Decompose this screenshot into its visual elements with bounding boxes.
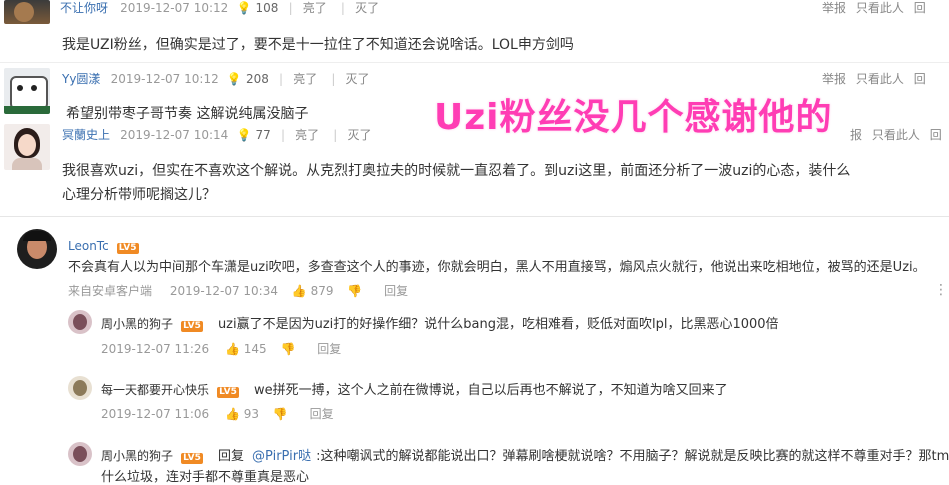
avatar[interactable]	[4, 68, 50, 114]
timestamp: 2019-12-07 10:12	[110, 72, 219, 86]
timestamp: 2019-12-07 11:06	[101, 407, 210, 421]
bright-button[interactable]: 亮了	[293, 72, 317, 86]
reply-button[interactable]: 回复	[384, 284, 408, 298]
username[interactable]: 冥蘭史上	[62, 128, 110, 142]
comment-header: LeonTc LV5	[68, 235, 139, 254]
report-button[interactable]: 举报	[822, 72, 846, 86]
thumbs-down-icon[interactable]: 👎	[280, 342, 295, 356]
reply-button[interactable]: 回复	[317, 342, 341, 356]
thumbs-up-icon[interactable]: 👍	[225, 342, 240, 356]
block-button[interactable]: 只看此人	[872, 128, 920, 142]
comment-footer: 来自安卓客户端 2019-12-07 10:34 👍 879 👎 回复	[68, 282, 408, 299]
thumbs-down-icon[interactable]: 👎	[347, 284, 362, 298]
divider	[0, 216, 949, 217]
username[interactable]: 不让你呀	[60, 1, 108, 15]
username[interactable]: LeonTc	[68, 239, 109, 253]
dislike-button[interactable]: 灭了	[355, 1, 379, 15]
avatar[interactable]	[4, 0, 50, 24]
avatar[interactable]	[68, 442, 92, 466]
comment-actions: 举报 只看此人 回	[822, 0, 926, 16]
reply-button[interactable]: 回	[914, 1, 926, 15]
reply-footer: 2019-12-07 11:26 👍 145 👎 回复	[101, 340, 341, 357]
level-badge: LV5	[181, 321, 203, 332]
comment-text: 我是UZI粉丝，但确实是过了，要不是十一拉住了不知道还会说啥话。LOL申方剑吗	[62, 37, 574, 53]
username[interactable]: 每一天都要开心快乐	[101, 383, 209, 397]
more-options-icon[interactable]: ⋮	[934, 282, 948, 298]
report-button[interactable]: 报	[850, 128, 862, 142]
client-source: 来自安卓客户端	[68, 284, 153, 298]
bright-button[interactable]: 亮了	[303, 1, 327, 15]
lightbulb-icon: 💡	[236, 128, 252, 142]
reply-button[interactable]: 回	[930, 128, 942, 142]
reply-header: 周小黑的狗子 LV5 回复 @PirPir哒 :这种嘲讽式的解说都能说出口？弹幕…	[101, 445, 949, 464]
overlay-caption: Uzi粉丝没几个感谢他的	[434, 97, 833, 138]
reply-prefix: 回复	[217, 449, 244, 464]
thumbs-up-icon[interactable]: 👍	[292, 284, 307, 298]
reply-button[interactable]: 回	[914, 72, 926, 86]
level-badge: LV5	[181, 453, 203, 464]
timestamp: 2019-12-07 10:34	[169, 284, 278, 298]
reply-text-line-2: 什么垃圾，连对手都不尊重真是恶心	[101, 470, 310, 485]
comment-text-line-1: 我很喜欢uzi，但实在不喜欢这个解说。从克烈打奥拉夫的时候就一直忍着了。到uzi…	[62, 163, 851, 179]
like-count: 879	[310, 284, 334, 298]
reply-text-line-1: :这种嘲讽式的解说都能说出口？弹幕刷啥梗就说啥？不用脑子？解说就是反映比赛的就这…	[316, 449, 949, 464]
score: 208	[245, 72, 269, 86]
reply-header: 每一天都要开心快乐 LV5 we拼死一搏，这个人之前在微博说，自己以后再也不解说…	[101, 379, 728, 398]
thumbs-down-icon[interactable]: 👎	[273, 407, 288, 421]
avatar[interactable]	[68, 376, 92, 400]
dislike-button[interactable]: 灭了	[346, 72, 370, 86]
avatar[interactable]	[17, 229, 57, 269]
score: 77	[255, 128, 271, 142]
level-badge: LV5	[116, 243, 139, 254]
comment-meta: Yy圆漾 2019-12-07 10:12 💡 208 | 亮了 | 灭了	[62, 72, 370, 86]
like-count: 93	[243, 407, 260, 421]
reply-header: 周小黑的狗子 LV5 uzi赢了不是因为uzi打的好操作细？说什么bang混，吃…	[101, 313, 779, 332]
block-button[interactable]: 只看此人	[856, 72, 904, 86]
lightbulb-icon: 💡	[226, 72, 242, 86]
avatar[interactable]	[4, 124, 50, 170]
timestamp: 2019-12-07 10:14	[120, 128, 229, 142]
level-badge: LV5	[217, 387, 239, 398]
mention-link[interactable]: @PirPir哒	[252, 449, 311, 464]
reply-text: we拼死一搏，这个人之前在微博说，自己以后再也不解说了，不知道为啥又回来了	[253, 383, 728, 398]
comment-text: 不会真有人以为中间那个车潇是uzi吹吧，多查查这个人的事迹，你就会明白，黑人不用…	[68, 260, 926, 275]
report-button[interactable]: 举报	[822, 1, 846, 15]
reply-button[interactable]: 回复	[310, 407, 334, 421]
lightbulb-icon: 💡	[236, 1, 252, 15]
block-button[interactable]: 只看此人	[856, 1, 904, 15]
username[interactable]: Yy圆漾	[62, 72, 100, 86]
timestamp: 2019-12-07 10:12	[120, 1, 229, 15]
comment-actions: 举报 只看此人 回	[822, 70, 926, 87]
comment-text: 希望别带枣子哥节奏 这解说纯属没脑子	[66, 106, 309, 122]
reply-text: uzi赢了不是因为uzi打的好操作细？说什么bang混，吃相难看，贬低对面吹lp…	[217, 317, 779, 332]
comment-meta: 冥蘭史上 2019-12-07 10:14 💡 77 | 亮了 | 灭了	[62, 128, 372, 142]
username[interactable]: 周小黑的狗子	[101, 449, 173, 463]
dislike-button[interactable]: 灭了	[347, 128, 371, 142]
reply-footer: 2019-12-07 11:06 👍 93 👎 回复	[101, 405, 334, 422]
like-count: 145	[243, 342, 267, 356]
thumbs-up-icon[interactable]: 👍	[225, 407, 240, 421]
username[interactable]: 周小黑的狗子	[101, 317, 173, 331]
score: 108	[255, 1, 279, 15]
comment-text-line-2: 心理分析带师呢搁这儿？	[62, 187, 216, 203]
timestamp: 2019-12-07 11:26	[101, 342, 210, 356]
divider	[0, 62, 949, 63]
avatar[interactable]	[68, 310, 92, 334]
bright-button[interactable]: 亮了	[295, 128, 319, 142]
comment-meta: 不让你呀 2019-12-07 10:12 💡 108 | 亮了 | 灭了	[60, 1, 380, 15]
comment-actions: 报 只看此人 回	[850, 126, 942, 143]
